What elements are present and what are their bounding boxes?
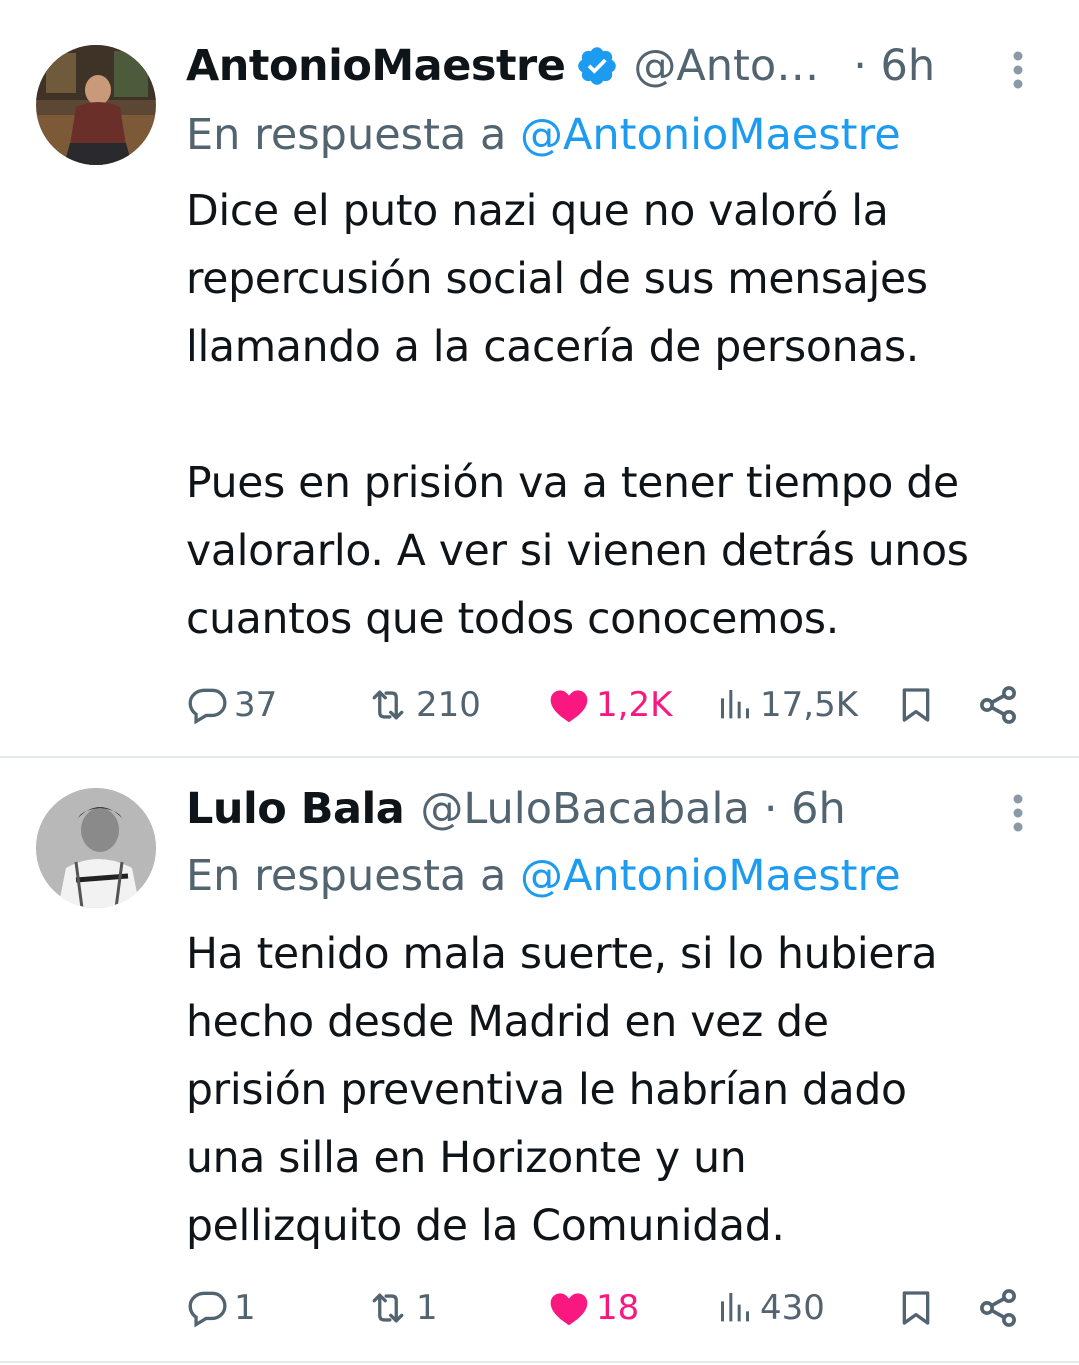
tweet[interactable]: AntonioMaestre @Anto… · 6h En respuesta … <box>0 0 1079 757</box>
retweet-button[interactable]: 1 <box>364 1283 438 1333</box>
bookmark-icon <box>896 682 936 728</box>
retweet-count: 210 <box>416 685 481 725</box>
heart-icon <box>546 1286 592 1330</box>
tweet-time[interactable]: · 6h <box>764 784 846 834</box>
tweet-divider <box>0 1361 1079 1363</box>
tweet-text: Ha tenido mala suerte, si lo hubiera hec… <box>186 930 938 1251</box>
author-name[interactable]: Lulo Bala <box>186 784 405 834</box>
share-button[interactable] <box>976 680 1020 730</box>
reply-button[interactable]: 37 <box>186 680 277 730</box>
share-icon <box>976 1286 1020 1330</box>
bookmark-button[interactable] <box>896 680 936 730</box>
tweet[interactable]: Lulo Bala @LuloBacabala · 6h En respuest… <box>0 757 1079 1365</box>
share-button[interactable] <box>976 1283 1020 1333</box>
reply-mention-link[interactable]: @AntonioMaestre <box>520 110 901 160</box>
share-icon <box>976 683 1020 727</box>
reply-button[interactable]: 1 <box>186 1283 256 1333</box>
views-count: 17,5K <box>760 685 858 725</box>
like-count: 1,2K <box>596 685 673 725</box>
verified-badge-icon <box>575 44 619 88</box>
avatar[interactable] <box>36 788 156 908</box>
reply-mention-link[interactable]: @AntonioMaestre <box>520 851 901 901</box>
heart-icon <box>546 683 592 727</box>
tweet-header: AntonioMaestre @Anto… · 6h <box>186 36 935 96</box>
tweet-time[interactable]: · 6h <box>853 41 935 91</box>
views-icon <box>716 683 756 727</box>
bookmark-button[interactable] <box>896 1283 936 1333</box>
reply-count: 37 <box>234 685 278 725</box>
avatar[interactable] <box>36 45 156 165</box>
like-button[interactable]: 18 <box>546 1283 639 1333</box>
retweet-icon <box>364 1286 412 1330</box>
more-vertical-icon[interactable] <box>1007 48 1029 92</box>
views-icon <box>716 1286 756 1330</box>
views-button[interactable]: 430 <box>716 1283 825 1333</box>
author-name[interactable]: AntonioMaestre <box>186 41 566 91</box>
more-vertical-icon[interactable] <box>1007 791 1029 835</box>
tweet-text: Dice el puto nazi que no valoró la reper… <box>186 187 969 644</box>
retweet-count: 1 <box>416 1288 438 1328</box>
tweet-actions: 1 1 18 430 <box>186 1283 1046 1333</box>
bookmark-icon <box>896 1285 936 1331</box>
reply-context: En respuesta a @AntonioMaestre <box>186 851 901 901</box>
author-handle[interactable]: @Anto… <box>633 41 819 91</box>
like-count: 18 <box>596 1288 640 1328</box>
reply-prefix: En respuesta a <box>186 110 520 160</box>
reply-count: 1 <box>234 1288 256 1328</box>
views-count: 430 <box>760 1288 825 1328</box>
tweet-header: Lulo Bala @LuloBacabala · 6h <box>186 779 846 839</box>
reply-icon <box>186 683 230 727</box>
like-button[interactable]: 1,2K <box>546 680 672 730</box>
retweet-icon <box>364 683 412 727</box>
reply-context: En respuesta a @AntonioMaestre <box>186 110 901 160</box>
reply-icon <box>186 1286 230 1330</box>
tweet-actions: 37 210 1,2K 17,5K <box>186 680 1046 730</box>
views-button[interactable]: 17,5K <box>716 680 858 730</box>
author-handle[interactable]: @LuloBacabala <box>420 784 750 834</box>
retweet-button[interactable]: 210 <box>364 680 481 730</box>
reply-prefix: En respuesta a <box>186 851 520 901</box>
